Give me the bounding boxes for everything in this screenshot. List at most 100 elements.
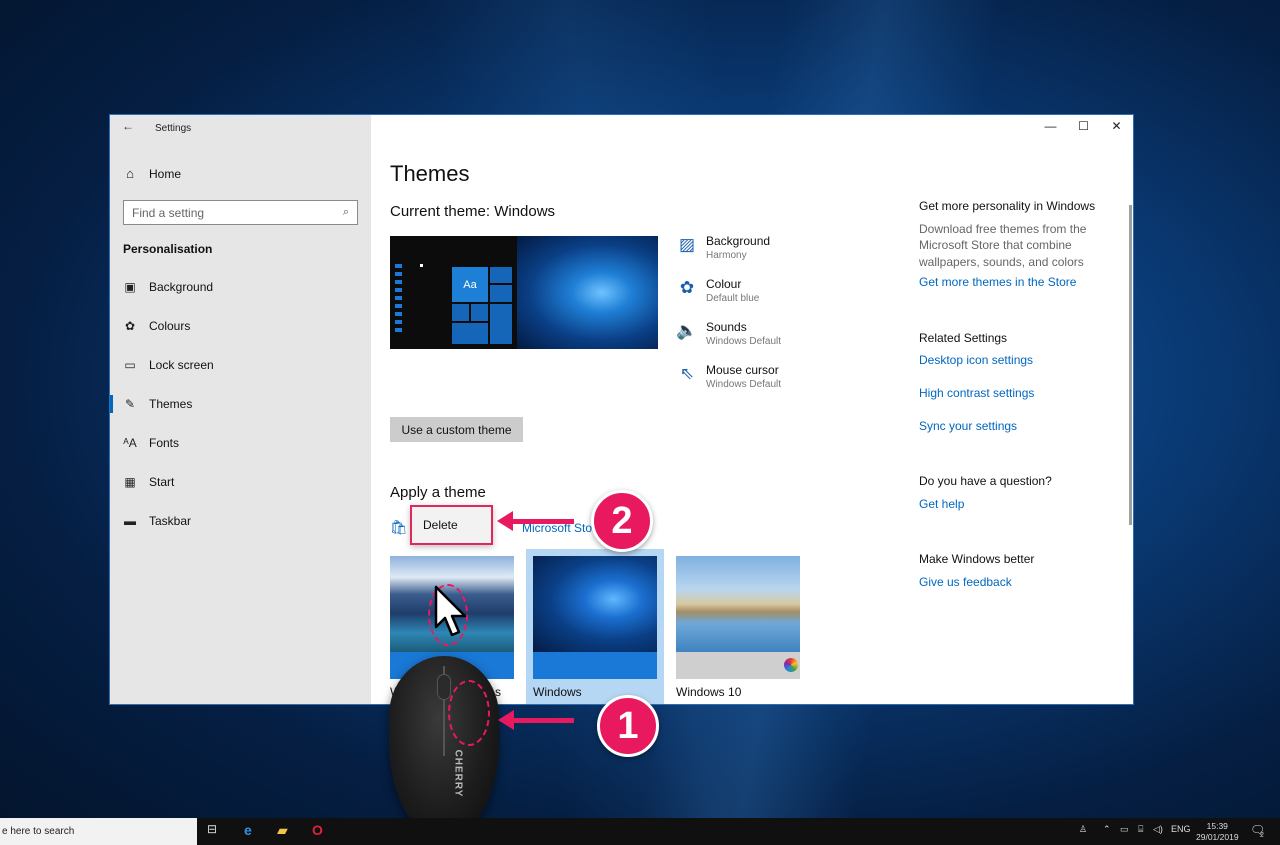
property-label: Sounds [706, 320, 747, 334]
property-value: Default blue [706, 293, 760, 304]
property-value: Harmony [706, 250, 747, 261]
speaker-icon: 🔈 [676, 321, 698, 340]
sidebar: ← Settings ⌂ Home Find a setting ⌕ Perso… [110, 115, 371, 704]
image-icon: ▣ [124, 280, 136, 294]
current-theme-label: Current theme: Windows [390, 203, 556, 220]
start-icon: ▦ [124, 475, 136, 489]
minimize-button[interactable]: — [1034, 115, 1067, 137]
sidebar-item-label: Themes [149, 397, 193, 411]
annotation-arrow-2 [497, 511, 574, 531]
property-colour[interactable]: ✿ Colour Default blue [676, 277, 781, 320]
property-value: Windows Default [706, 336, 782, 347]
maximize-button[interactable]: ☐ [1067, 115, 1100, 137]
network-icon[interactable]: ⌸ [1138, 824, 1143, 835]
taskbar-search-box[interactable]: e here to search [0, 818, 197, 845]
property-background[interactable]: ▨ Background Harmony [676, 234, 781, 277]
brush-icon: ✎ [124, 397, 136, 411]
cursor-icon: ⇖ [679, 364, 695, 383]
sidebar-item-themes[interactable]: ✎ Themes [110, 389, 371, 419]
home-icon: ⌂ [126, 166, 134, 181]
delete-menu-item[interactable]: Delete [423, 518, 458, 532]
page-title: Themes [390, 161, 470, 186]
apply-theme-heading: Apply a theme [390, 484, 486, 501]
scroll-wheel [437, 674, 451, 700]
context-menu-delete[interactable]: Delete [410, 505, 493, 545]
get-more-themes-link[interactable]: Get more themes in the Store [919, 275, 1076, 289]
theme-caption: Windows 10 [676, 685, 742, 699]
back-arrow-icon[interactable]: ← [122, 119, 134, 133]
task-view-icon[interactable]: ⊟ [207, 822, 217, 836]
sidebar-item-background[interactable]: ▣ Background [110, 272, 371, 302]
edge-browser-icon[interactable]: e [244, 822, 252, 838]
sidebar-item-label: Fonts [149, 436, 180, 450]
more-personality-text: Microsoft Store that combine [919, 238, 1072, 252]
settings-window: ← Settings ⌂ Home Find a setting ⌕ Perso… [109, 114, 1134, 705]
file-explorer-icon[interactable]: ▰ [277, 822, 288, 839]
taskbar-icon: ▬ [124, 514, 136, 528]
scrollbar[interactable] [1129, 205, 1132, 525]
desktop-icon-settings-link[interactable]: Desktop icon settings [919, 353, 1033, 367]
theme-colour-bar [676, 652, 800, 679]
section-label: Personalisation [123, 242, 213, 256]
windows-wallpaper-image [533, 556, 657, 652]
lock-screen-icon: ▭ [124, 358, 136, 372]
high-contrast-settings-link[interactable]: High contrast settings [919, 386, 1034, 400]
search-input[interactable]: Find a setting ⌕ [123, 200, 358, 225]
related-settings-heading: Related Settings [919, 331, 1008, 345]
close-button[interactable]: ✕ [1100, 115, 1133, 137]
sidebar-item-fonts[interactable]: ᴬA Fonts [110, 428, 371, 458]
window-controls: — ☐ ✕ [1034, 115, 1133, 137]
get-help-link[interactable]: Get help [919, 497, 964, 511]
property-mouse-cursor[interactable]: ⇖ Mouse cursor Windows Default [676, 363, 781, 406]
use-custom-theme-button[interactable]: Use a custom theme [390, 417, 523, 442]
main-pane: — ☐ ✕ Themes Current theme: Windows Aa ▨… [371, 115, 1133, 704]
question-heading: Do you have a question? [919, 474, 1052, 488]
preview-menu-list [395, 264, 417, 342]
mouse-pointer-icon [434, 585, 467, 637]
search-placeholder: Find a setting [132, 205, 205, 220]
store-row: 🛍 [390, 519, 408, 536]
clock-date: 29/01/2019 [1196, 832, 1239, 842]
sidebar-item-start[interactable]: ▦ Start [110, 467, 371, 497]
clock-time: 15:39 [1206, 821, 1228, 831]
mouse-brand: CHERRY [452, 749, 464, 798]
people-icon[interactable]: ♙ [1079, 824, 1087, 835]
window-title: Settings [155, 123, 192, 134]
volume-icon[interactable]: ◁) [1153, 824, 1163, 835]
taskbar: e here to search ⊟ e ▰ O ♙ ⌃ ▭ ⌸ ◁) ENG … [0, 818, 1280, 845]
annotation-arrow-1 [498, 710, 574, 730]
beach-wallpaper-image [676, 556, 800, 652]
property-value: Windows Default [706, 379, 782, 390]
sync-settings-link[interactable]: Sync your settings [919, 419, 1017, 433]
clock[interactable]: 15:39 29/01/2019 [1196, 821, 1239, 843]
picture-icon: ▨ [678, 235, 696, 254]
language-indicator[interactable]: ENG [1171, 824, 1191, 834]
preview-wallpaper [517, 236, 658, 349]
theme-preview: Aa [390, 236, 658, 349]
opera-browser-icon[interactable]: O [312, 822, 323, 838]
theme-colour-bar [533, 652, 657, 679]
right-button-highlight [448, 680, 490, 746]
theme-thumbnail-windows-10[interactable] [676, 556, 800, 679]
sidebar-item-label: Lock screen [149, 358, 214, 372]
battery-icon[interactable]: ▭ [1120, 824, 1129, 835]
search-icon: ⌕ [342, 206, 349, 218]
property-label: Background [706, 234, 771, 248]
property-sounds[interactable]: 🔈 Sounds Windows Default [676, 320, 781, 363]
sidebar-item-colours[interactable]: ✿ Colours [110, 311, 371, 341]
give-feedback-link[interactable]: Give us feedback [919, 575, 1012, 589]
make-windows-better-heading: Make Windows better [919, 552, 1035, 566]
notification-count: 2 [1260, 832, 1264, 839]
store-icon[interactable]: 🛍 [390, 519, 408, 536]
theme-thumbnail-windows[interactable] [533, 556, 657, 679]
step-1-badge: 1 [597, 695, 659, 757]
sidebar-item-home[interactable]: ⌂ Home [123, 166, 181, 181]
more-personality-heading: Get more personality in Windows [919, 199, 1096, 213]
step-2-badge: 2 [591, 490, 653, 552]
multicolour-icon [784, 658, 798, 672]
sidebar-item-lock-screen[interactable]: ▭ Lock screen [110, 350, 371, 380]
sidebar-item-taskbar[interactable]: ▬ Taskbar [110, 506, 371, 536]
mouse-illustration: CHERRY [389, 656, 499, 836]
property-label: Colour [706, 277, 742, 291]
chevron-up-icon[interactable]: ⌃ [1103, 824, 1111, 835]
